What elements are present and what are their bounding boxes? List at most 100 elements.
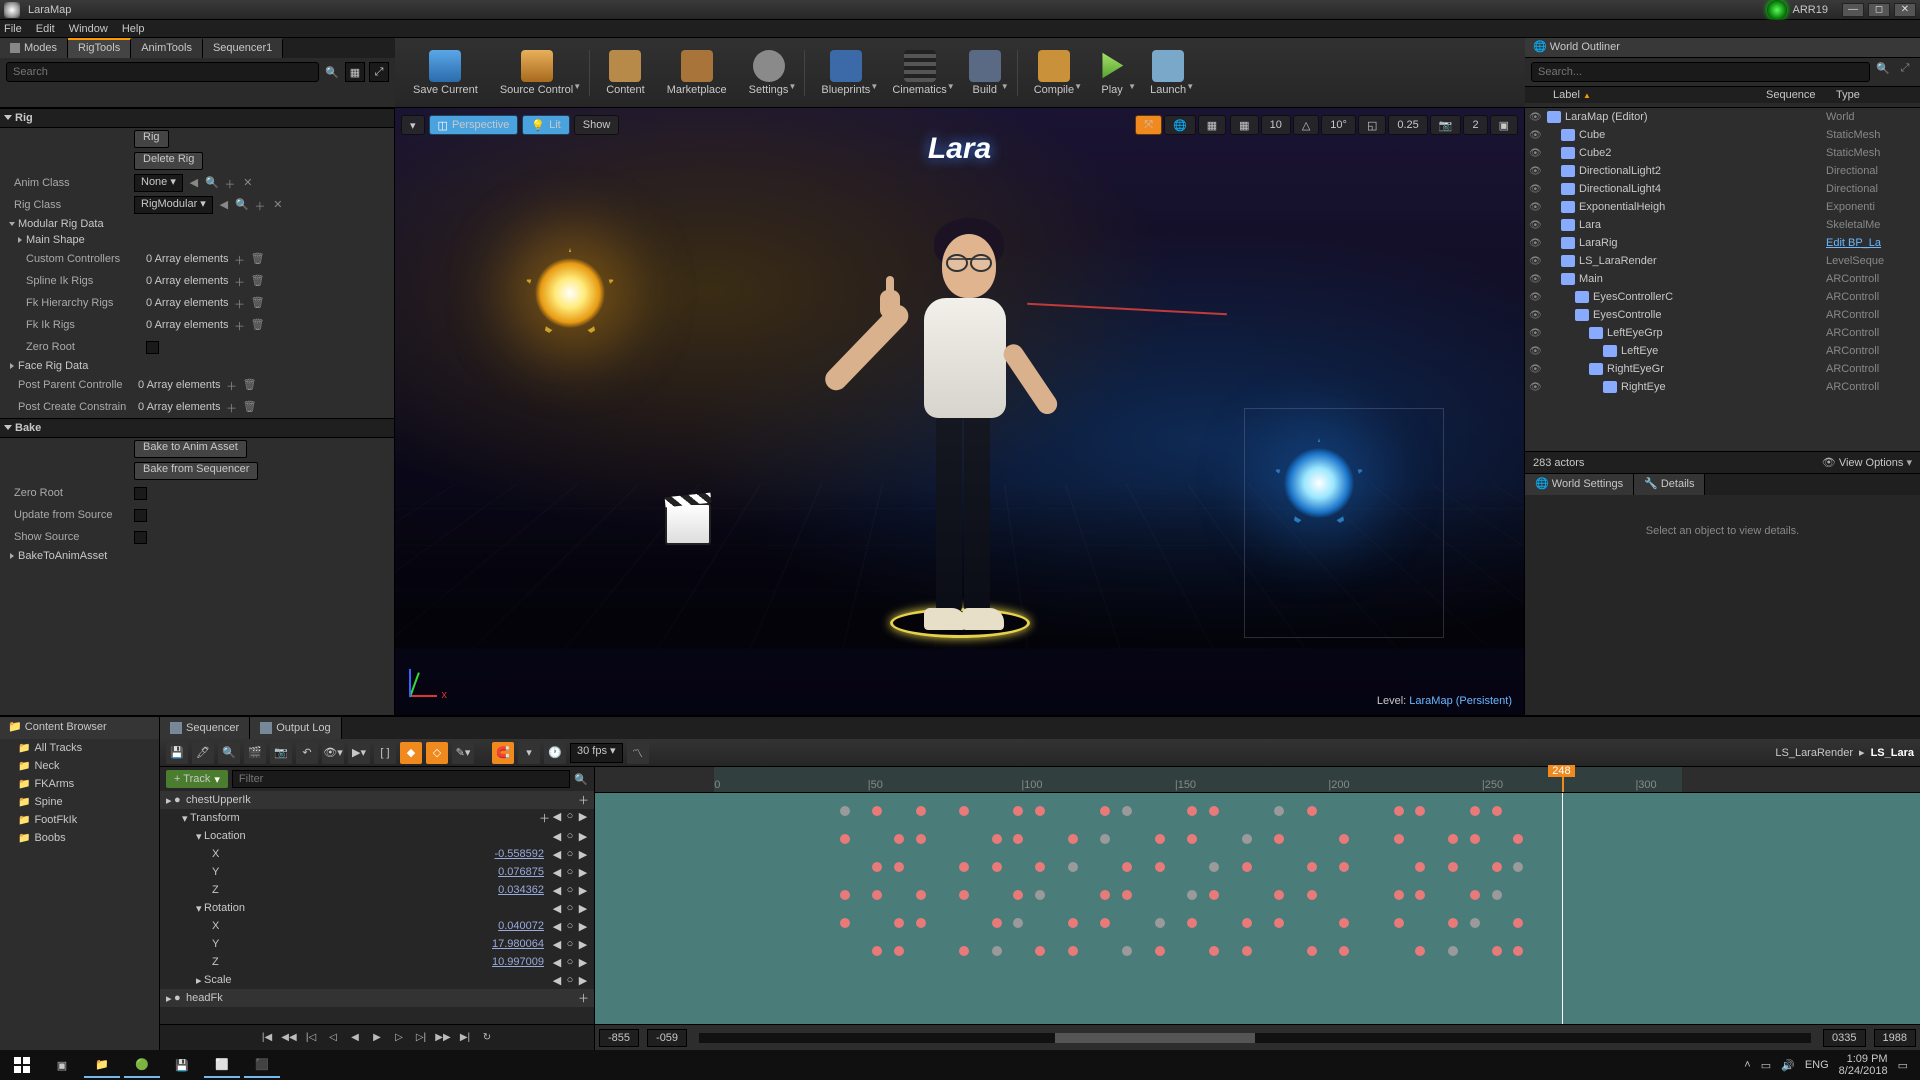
timeline-ruler[interactable]: 0|50|100|150|200|250|300: [595, 767, 1920, 793]
keyframe[interactable]: [1448, 834, 1458, 844]
source-control-button[interactable]: Source Control▼: [490, 46, 583, 100]
bake-to-anim-button[interactable]: Bake to Anim Asset: [134, 440, 247, 458]
outliner-row[interactable]: 👁LaraSkeletalMe: [1525, 216, 1920, 234]
settings-button[interactable]: Settings▼: [739, 46, 799, 100]
keyframe[interactable]: [1068, 834, 1078, 844]
keyframe[interactable]: [1122, 806, 1132, 816]
keyframe[interactable]: [1100, 918, 1110, 928]
add-key-icon[interactable]: ＋: [578, 792, 588, 808]
autokey-icon[interactable]: ◆: [400, 742, 422, 764]
search-icon[interactable]: 🔍: [1874, 62, 1892, 82]
track-transform[interactable]: Transform: [190, 812, 539, 824]
visibility-icon[interactable]: 👁: [1529, 148, 1543, 159]
keyframe[interactable]: [1068, 918, 1078, 928]
keyframe[interactable]: [1394, 918, 1404, 928]
add-icon[interactable]: ＋: [223, 176, 237, 190]
tab-animtools[interactable]: AnimTools: [131, 38, 203, 58]
playhead-line[interactable]: [1562, 793, 1563, 1024]
col-label[interactable]: Label: [1553, 89, 1580, 101]
content-button[interactable]: Content: [596, 46, 655, 100]
keyframe[interactable]: [1307, 806, 1317, 816]
outliner-row[interactable]: 👁DirectionalLight2Directional: [1525, 162, 1920, 180]
keyframe[interactable]: [1448, 862, 1458, 872]
track-headfk[interactable]: headFk: [186, 992, 578, 1004]
notifications-icon[interactable]: ▭: [1898, 1059, 1908, 1072]
bake-to-anim-asset[interactable]: BakeToAnimAsset: [0, 548, 394, 564]
blueprints-button[interactable]: Blueprints▼: [811, 46, 880, 100]
keyframe[interactable]: [1187, 834, 1197, 844]
next-key-icon[interactable]: ▶: [578, 810, 588, 826]
keyframe[interactable]: [1513, 918, 1523, 928]
modes-search-input[interactable]: [6, 62, 319, 82]
keyframe[interactable]: [1307, 890, 1317, 900]
range-start-b[interactable]: -059: [647, 1029, 687, 1047]
menu-window[interactable]: Window: [69, 23, 108, 35]
keyframe[interactable]: [1035, 946, 1045, 956]
viewport-menu[interactable]: ▾: [401, 115, 425, 135]
keyframe[interactable]: [1013, 806, 1023, 816]
outliner-row[interactable]: 👁LS_LaraRenderLevelSeque: [1525, 252, 1920, 270]
time-display-icon[interactable]: 🕐: [544, 742, 566, 764]
tab-content-browser[interactable]: 📁 Content Browser: [0, 717, 115, 739]
outliner-row[interactable]: 👁DirectionalLight4Directional: [1525, 180, 1920, 198]
tab-modes[interactable]: Modes: [0, 38, 68, 58]
keyframe[interactable]: [872, 946, 882, 956]
visibility-icon[interactable]: 👁: [1529, 256, 1543, 267]
grid-snap-value[interactable]: 10: [1261, 115, 1291, 135]
perspective-button[interactable]: ◫ Perspective: [429, 115, 519, 135]
keyframe[interactable]: [916, 834, 926, 844]
battery-icon[interactable]: ▭: [1761, 1059, 1771, 1072]
keyframe[interactable]: [1415, 946, 1425, 956]
range-end-b[interactable]: 1988: [1874, 1029, 1916, 1047]
outliner-row[interactable]: 👁CubeStaticMesh: [1525, 126, 1920, 144]
keyframe[interactable]: [1068, 862, 1078, 872]
visibility-icon[interactable]: 👁: [1529, 310, 1543, 321]
keyframe[interactable]: [1274, 890, 1284, 900]
scale-snap-icon[interactable]: ◱: [1358, 115, 1386, 135]
visibility-icon[interactable]: 👁: [1529, 274, 1543, 285]
keyframe[interactable]: [1013, 834, 1023, 844]
step-back-section-icon[interactable]: ◀◀: [281, 1030, 297, 1046]
coord-space-icon[interactable]: 🌐: [1164, 115, 1196, 135]
folder-item[interactable]: FootFkIk: [0, 811, 159, 829]
keyframe[interactable]: [894, 918, 904, 928]
playrate-icon[interactable]: ▶▾: [348, 742, 370, 764]
volume-icon[interactable]: 🔊: [1781, 1059, 1795, 1072]
keyframe[interactable]: [916, 806, 926, 816]
build-button[interactable]: Build▼: [959, 46, 1011, 100]
play-reverse-icon[interactable]: ◀: [347, 1030, 363, 1046]
visibility-icon[interactable]: 👁: [1529, 238, 1543, 249]
keyframe[interactable]: [992, 862, 1002, 872]
keyframe[interactable]: [1035, 890, 1045, 900]
keyframe[interactable]: [1513, 946, 1523, 956]
keyframe[interactable]: [1187, 918, 1197, 928]
rot-z-value[interactable]: 10.997009: [467, 956, 552, 968]
folder-item[interactable]: FKArms: [0, 775, 159, 793]
main-shape[interactable]: Main Shape: [0, 232, 394, 248]
add-key-icon[interactable]: ○: [565, 810, 575, 826]
viewport-maximize-icon[interactable]: ▣: [1490, 115, 1518, 135]
bake-section[interactable]: Bake: [15, 422, 41, 434]
keyframe[interactable]: [894, 834, 904, 844]
keyframe[interactable]: [1470, 834, 1480, 844]
curve-editor-icon[interactable]: 〽: [627, 742, 649, 764]
col-sequence[interactable]: Sequence: [1760, 87, 1830, 103]
keyframe[interactable]: [840, 918, 850, 928]
visibility-icon[interactable]: 👁: [1529, 112, 1543, 123]
loc-y-value[interactable]: 0.076875: [467, 866, 552, 878]
outliner-row[interactable]: 👁LeftEyeGrpARControll: [1525, 324, 1920, 342]
clear-icon[interactable]: ✕: [241, 176, 255, 190]
zeroroot-checkbox[interactable]: [146, 341, 159, 354]
folder-item[interactable]: Neck: [0, 757, 159, 775]
visibility-icon[interactable]: 👁: [1529, 328, 1543, 339]
view-expand-button[interactable]: ⤢: [369, 62, 389, 82]
keyframe[interactable]: [1307, 946, 1317, 956]
tab-rigtools[interactable]: RigTools: [68, 38, 131, 58]
keyframe[interactable]: [1209, 862, 1219, 872]
keyframe[interactable]: [1068, 946, 1078, 956]
keyframe[interactable]: [992, 918, 1002, 928]
delete-rig-button[interactable]: Delete Rig: [134, 152, 203, 170]
view-options-button[interactable]: 👁 View Options ▾: [1822, 456, 1912, 469]
keyframe[interactable]: [959, 806, 969, 816]
save-button[interactable]: Save Current: [403, 46, 488, 100]
